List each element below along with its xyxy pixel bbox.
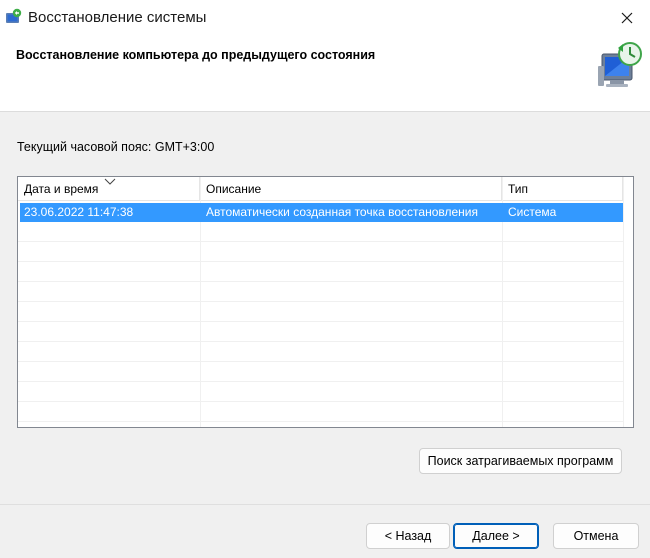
window-title: Восстановление системы xyxy=(28,9,207,26)
next-button[interactable]: Далее > xyxy=(453,523,539,549)
cell-type: Система xyxy=(508,205,557,219)
sort-arrow-icon xyxy=(104,178,116,185)
column-header-datetime[interactable]: Дата и время xyxy=(18,177,200,201)
empty-row xyxy=(18,342,623,362)
close-button[interactable] xyxy=(604,0,650,36)
column-header-datetime-label: Дата и время xyxy=(24,182,99,196)
empty-row xyxy=(18,222,623,242)
table-row[interactable]: 23.06.2022 11:47:38 Автоматически создан… xyxy=(20,203,623,222)
empty-row xyxy=(18,282,623,302)
empty-row xyxy=(18,262,623,282)
scan-affected-programs-button[interactable]: Поиск затрагиваемых программ xyxy=(419,448,622,474)
cell-datetime: 23.06.2022 11:47:38 xyxy=(24,205,134,219)
footer-divider xyxy=(0,504,650,505)
title-bar: Восстановление системы xyxy=(0,0,650,36)
wizard-header: Восстановление компьютера до предыдущего… xyxy=(0,36,650,112)
empty-row xyxy=(18,302,623,322)
timezone-label: Текущий часовой пояс: GMT+3:00 xyxy=(17,140,215,154)
back-button[interactable]: < Назад xyxy=(366,523,450,549)
cancel-button[interactable]: Отмена xyxy=(553,523,639,549)
system-restore-icon xyxy=(6,8,22,23)
empty-row xyxy=(18,382,623,402)
empty-row xyxy=(18,242,623,262)
close-icon xyxy=(621,12,633,24)
page-title: Восстановление компьютера до предыдущего… xyxy=(16,48,376,62)
column-header-description-label: Описание xyxy=(206,182,262,196)
column-header-type-label: Тип xyxy=(508,182,529,196)
cell-description: Автоматически созданная точка восстановл… xyxy=(206,205,478,219)
restore-points-list[interactable]: Дата и время Описание Тип 23.06.2022 11:… xyxy=(17,176,634,428)
empty-row xyxy=(18,322,623,342)
column-header-description[interactable]: Описание xyxy=(200,177,502,201)
column-header-type[interactable]: Тип xyxy=(502,177,623,201)
column-divider xyxy=(623,177,624,427)
restore-computer-icon xyxy=(598,42,642,87)
empty-row xyxy=(18,402,623,422)
empty-row xyxy=(18,362,623,382)
